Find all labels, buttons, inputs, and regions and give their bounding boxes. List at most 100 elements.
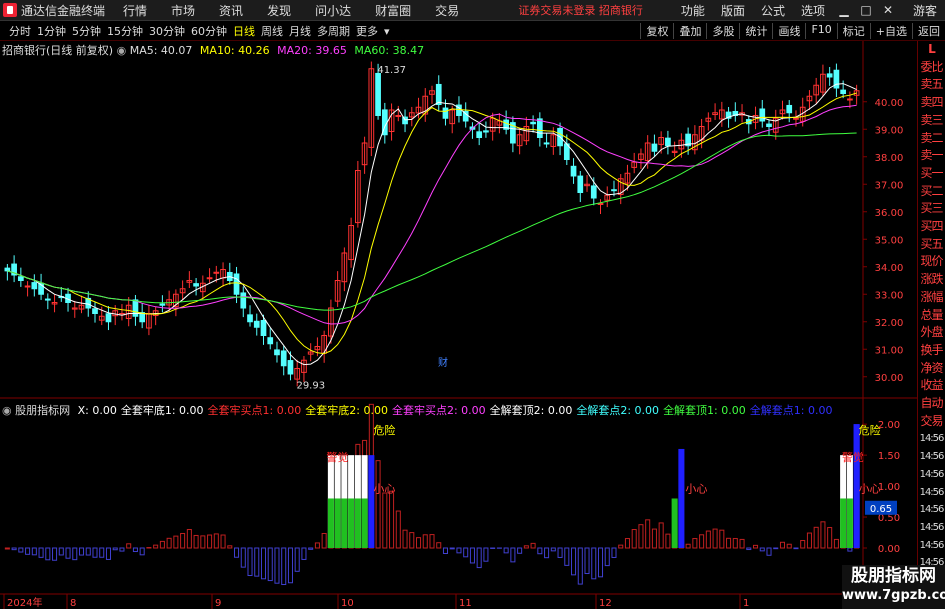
osc-bar [99,547,105,558]
osc-bar [591,547,597,580]
price-tick-label: 34.00 [875,263,904,274]
watermark-line1: 股朋指标网 [851,566,936,586]
quote-panel: L 委比 卖五 卖四 卖三 卖二 卖一 买一 买二 买三 买四 买五 现价 涨跌 涨幅 总量 外盘 换手 净资 收益… [917,41,945,609]
kline-chart[interactable]: 警觉危险小心 小心警觉危险小心 40.0039.0038.0037.0036.00… [0,0,945,609]
osc-bar [92,547,98,558]
osc-bar [308,547,314,550]
candle-body [240,292,247,309]
label-alert: 警觉 [326,450,348,464]
osc-bar [766,547,772,556]
osc-bar [11,547,17,551]
osc-bar [25,547,31,555]
panel-item-20: 交易 [920,413,943,428]
candle-body [665,137,671,147]
price-tick-label: 38.00 [875,153,904,164]
indicator-item-5: 全解套顶2: 0.00 [489,404,573,417]
indicator-title: ◉ 股朋指标网 X: 0.00 全套牢底1: 0.00 全套牢买点1: 0.00 全套… [2,402,832,418]
osc-bar [793,547,799,550]
osc-bar [469,547,475,564]
osc-bar [550,547,556,552]
label-danger: 危险 [373,423,395,437]
event-marker: 财 [438,356,448,369]
osc-bar [476,547,482,569]
osc-bar [234,547,240,558]
osc-bar [287,547,293,584]
candle-body [31,282,38,290]
candle-body [476,131,483,139]
osc-bar [692,538,698,549]
panel-item-1: 卖五 [920,77,943,92]
panel-item-27: 14:56 [919,539,945,551]
ma60-line [7,132,857,311]
osc-bar [72,547,78,561]
panel-item-8: 买三 [920,201,943,216]
indicator-dropdown-icon[interactable]: ◉ [2,404,12,417]
osc-bar [186,529,192,549]
price-high-label: 41.37 [377,65,406,76]
osc-bar [665,533,671,549]
candle-body [395,115,402,117]
ind-tick-label: 1.00 [878,482,900,493]
panel-item-26: 14:56 [919,521,945,533]
indicator-item-6: 全解套点2: 0.00 [576,404,660,417]
panel-item-13: 涨幅 [920,289,943,304]
osc-bar [624,538,630,549]
osc-bar [254,547,260,577]
panel-item-7: 买二 [920,183,943,198]
axes: 40.00 39.00 38.00 37.00 36.00 35.00 34.00 33.00… [3,65,904,609]
osc-bar [597,547,604,578]
osc-bar [517,547,523,554]
osc-bar [833,538,839,549]
ind-value-label: 0.65 [870,504,892,515]
osc-bar [827,527,833,549]
watermark: 股朋指标网 www.7gpzb.com [842,565,945,609]
ma10-label: MA10: 40.26 [199,44,270,57]
signal-green-bar [846,498,853,548]
osc-bar [173,535,179,549]
candle-body [4,267,11,272]
indicator-item-7: 全解套顶1: 0.00 [663,404,746,417]
osc-bar [638,524,644,549]
osc-bar [577,547,583,585]
candle-body [577,175,584,193]
date-label: 12 [599,598,612,609]
osc-bar [301,547,307,560]
osc-bar [503,547,509,554]
panel-item-4: 卖二 [920,130,943,145]
osc-bar [58,547,64,556]
date-label: 11 [459,598,472,609]
dropdown-icon[interactable]: ◉ [117,44,127,57]
osc-bar [442,547,449,554]
osc-bar [732,538,738,549]
ind-tick-label: 1.50 [878,451,900,462]
osc-bar [105,547,111,560]
osc-bar [220,534,226,549]
indicator-item-0: X: 0.00 [77,404,117,417]
osc-bar [422,534,428,549]
price-tick-label: 39.00 [875,125,904,136]
osc-bar [402,529,408,549]
osc-bar [153,544,159,549]
panel-item-16: 换手 [920,342,943,357]
price-tick-label: 35.00 [875,235,904,246]
candle-body [274,349,280,356]
osc-bar [537,547,543,555]
panel-item-24: 14:56 [919,486,945,498]
candle-body [260,320,267,337]
osc-bar [247,547,253,576]
candle-body [793,117,799,120]
stock-name[interactable]: 招商银行(日线 前复权) [2,44,113,57]
candle-body [611,189,617,192]
panel-item-22: 14:56 [919,451,945,463]
osc-bar [389,490,395,549]
candle-body [840,89,847,94]
candles [4,61,860,387]
date-label: 2024年 [7,596,42,609]
candle-body [105,313,112,323]
osc-bar [523,545,529,549]
signal-blue-bar [368,455,375,548]
indicator-name[interactable]: 股朋指标网 [15,404,70,417]
osc-bar [4,547,10,550]
panel-item-5: 卖一 [920,148,943,163]
osc-bar [739,538,745,549]
